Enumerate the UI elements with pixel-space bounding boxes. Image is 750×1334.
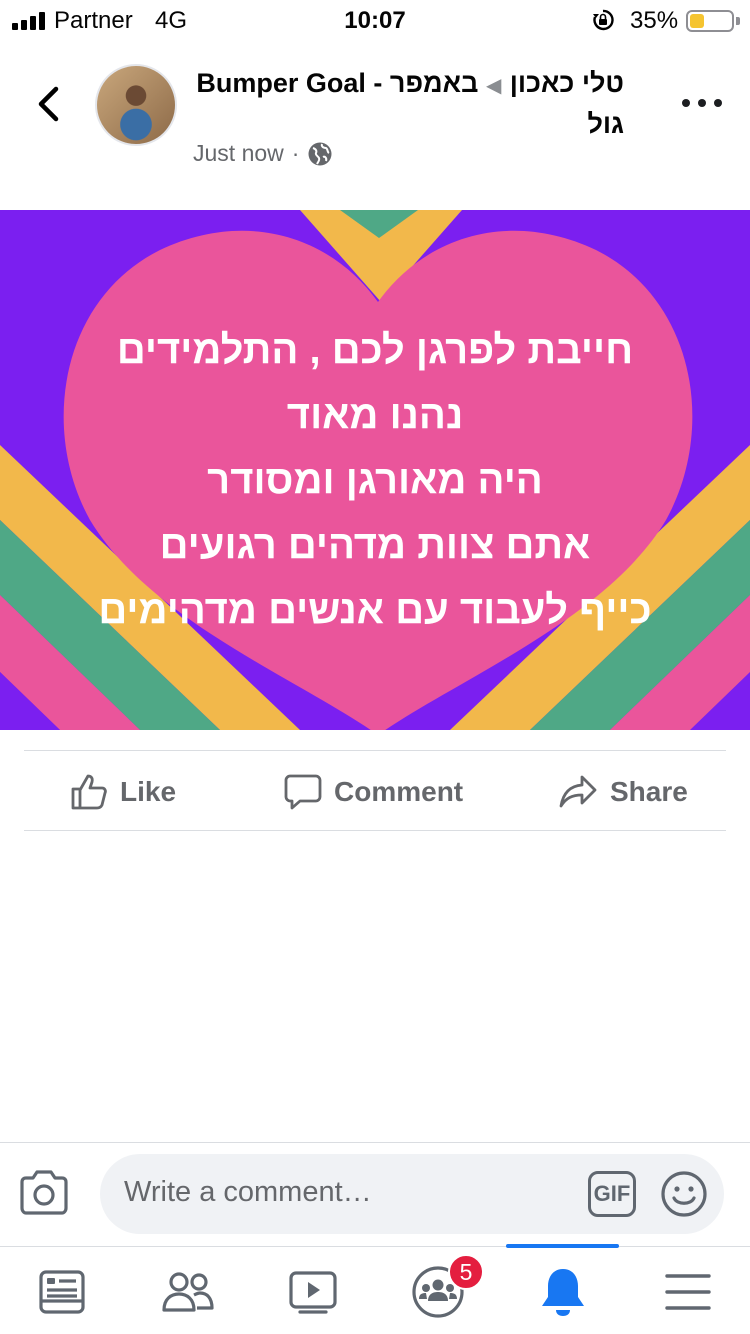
tab-friends[interactable] xyxy=(158,1262,218,1322)
tab-menu[interactable] xyxy=(658,1262,718,1322)
battery-level-fill xyxy=(690,14,704,28)
post-text-line: אתם צוות מדהים רגועים xyxy=(159,523,591,567)
tab-notifications[interactable] xyxy=(533,1262,593,1322)
comment-bubble-icon xyxy=(284,774,322,810)
composer-divider xyxy=(0,1142,750,1143)
more-dot xyxy=(714,99,722,107)
author-name-continued[interactable]: גול xyxy=(587,109,624,139)
hamburger-menu-icon xyxy=(665,1274,711,1310)
like-button[interactable]: Like xyxy=(70,764,176,820)
more-options-button[interactable] xyxy=(682,90,722,116)
comment-input[interactable]: Write a comment… GIF xyxy=(100,1154,724,1234)
post-text-line: חייבת לפרגן לכם , התלמידים xyxy=(116,328,634,372)
post-text-line: כייף לעבוד עם אנשים מדהימים xyxy=(98,588,652,632)
tab-news-feed[interactable] xyxy=(32,1262,92,1322)
post-image[interactable]: חייבת לפרגן לכם , התלמידים נהנו מאוד היה… xyxy=(0,210,750,730)
thumbs-up-icon xyxy=(71,774,107,810)
meta-separator: · xyxy=(291,140,300,166)
play-arrow-icon: ▶ xyxy=(486,75,502,97)
post-timestamp[interactable]: Just now xyxy=(193,140,284,167)
back-button[interactable] xyxy=(26,80,70,128)
watch-video-icon xyxy=(289,1271,337,1314)
post-header-title: טלי כאכון ▶ באמפר - Bumper Goal גול xyxy=(184,64,624,143)
post-text-line: היה מאורגן ומסודר xyxy=(207,458,543,502)
share-arrow-icon xyxy=(559,775,597,808)
friends-icon xyxy=(162,1272,214,1312)
gif-button[interactable]: GIF xyxy=(588,1171,636,1217)
share-label: Share xyxy=(610,776,688,807)
comment-button[interactable]: Comment xyxy=(284,764,463,820)
globe-icon xyxy=(308,142,332,165)
news-feed-icon xyxy=(39,1270,85,1314)
group-name[interactable]: באמפר - Bumper Goal xyxy=(196,68,478,98)
battery-percentage: 35% xyxy=(630,7,679,34)
camera-icon xyxy=(20,1170,68,1215)
author-name[interactable]: טלי כאכון xyxy=(510,68,624,98)
comment-label: Comment xyxy=(334,776,464,807)
share-button[interactable]: Share xyxy=(558,764,688,820)
gif-label: GIF xyxy=(593,1181,631,1206)
emoji-icon[interactable] xyxy=(660,1170,708,1218)
post-image-text: חייבת לפרגן לכם , התלמידים נהנו מאוד היה… xyxy=(40,318,710,643)
action-bar-top-divider xyxy=(24,750,726,751)
groups-notification-badge: 5 xyxy=(448,1254,484,1290)
tabbar-divider xyxy=(0,1246,750,1247)
status-bar: Partner 4G 10:07 35% xyxy=(0,0,750,40)
like-label: Like xyxy=(120,776,177,807)
notifications-bell-icon xyxy=(542,1269,584,1316)
battery-icon xyxy=(686,10,734,32)
more-dot xyxy=(698,99,706,107)
rotation-lock-icon xyxy=(593,9,614,31)
tab-watch[interactable] xyxy=(283,1262,343,1322)
active-tab-indicator xyxy=(506,1244,619,1248)
post-text-line: נהנו מאוד xyxy=(286,393,464,437)
author-avatar[interactable] xyxy=(95,64,177,146)
comment-placeholder: Write a comment… xyxy=(124,1176,372,1208)
post-meta: Just now · xyxy=(193,140,333,167)
action-bar-bottom-divider xyxy=(24,830,726,831)
camera-button[interactable] xyxy=(18,1168,70,1218)
more-dot xyxy=(682,99,690,107)
battery-tip xyxy=(736,17,740,25)
chevron-left-icon xyxy=(38,86,59,122)
